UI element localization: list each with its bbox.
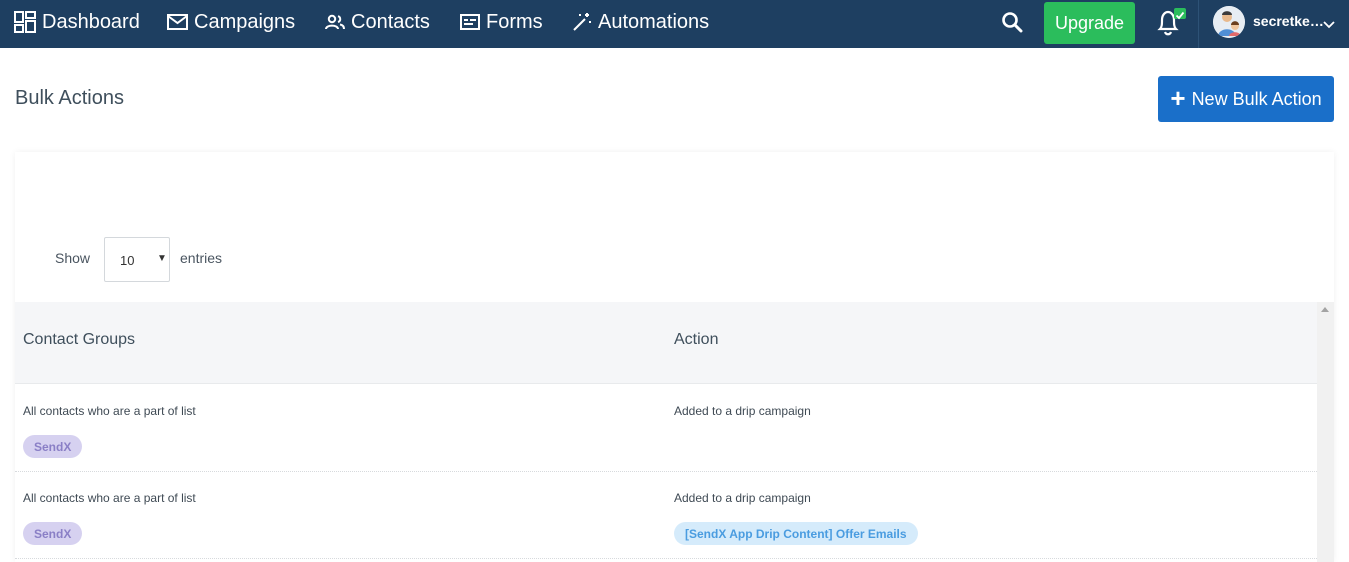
nav-dashboard-label: Dashboard bbox=[42, 10, 140, 33]
nav-dashboard[interactable]: Dashboard bbox=[14, 0, 140, 44]
nav-automations-label: Automations bbox=[598, 10, 710, 33]
table-row[interactable]: All contacts who are a part of list Send… bbox=[15, 472, 1317, 559]
new-bulk-action-button[interactable]: + New Bulk Action bbox=[1158, 76, 1334, 122]
nav-contacts[interactable]: Contacts bbox=[325, 0, 430, 44]
table-row[interactable]: All contacts who are a part of list Send… bbox=[15, 385, 1317, 472]
nav-campaigns-label: Campaigns bbox=[194, 10, 296, 33]
user-name[interactable]: secretkee... bbox=[1253, 13, 1325, 29]
table-scrollbar[interactable] bbox=[1317, 302, 1334, 562]
entries-label: entries bbox=[180, 250, 223, 266]
show-label: Show bbox=[55, 250, 91, 266]
contact-group-tag[interactable]: SendX bbox=[23, 522, 83, 545]
top-navbar: Dashboard Campaigns Contacts Forms Autom… bbox=[0, 0, 1349, 48]
dashboard-icon bbox=[14, 11, 36, 33]
nav-automations[interactable]: Automations bbox=[572, 0, 709, 44]
search-icon[interactable] bbox=[1000, 10, 1024, 34]
nav-campaigns[interactable]: Campaigns bbox=[167, 0, 295, 44]
plus-icon: + bbox=[1170, 82, 1186, 113]
scroll-up-arrow-icon[interactable] bbox=[1321, 307, 1329, 312]
upgrade-button[interactable]: Upgrade bbox=[1044, 2, 1135, 44]
caret-down-icon: ▼ bbox=[157, 253, 167, 264]
column-header-action[interactable]: Action bbox=[674, 331, 718, 349]
magic-wand-icon bbox=[572, 12, 592, 32]
entries-select-value: 10 bbox=[120, 253, 135, 268]
campaign-tag[interactable]: [SendX App Drip Content] Offer Emails bbox=[674, 522, 918, 545]
nav-contacts-label: Contacts bbox=[351, 10, 430, 33]
nav-forms[interactable]: Forms bbox=[460, 0, 543, 44]
column-header-contact-groups[interactable]: Contact Groups bbox=[23, 331, 135, 349]
contacts-icon bbox=[325, 14, 345, 30]
nav-forms-label: Forms bbox=[486, 10, 543, 33]
entries-select[interactable]: 10 ▼ bbox=[104, 237, 170, 282]
contact-group-text: All contacts who are a part of list bbox=[23, 491, 196, 505]
form-icon bbox=[460, 14, 480, 30]
page-title: Bulk Actions bbox=[15, 87, 124, 109]
chevron-down-icon[interactable] bbox=[1323, 16, 1335, 29]
contact-group-text: All contacts who are a part of list bbox=[23, 404, 196, 418]
contact-group-tag[interactable]: SendX bbox=[23, 435, 83, 458]
envelope-icon bbox=[167, 14, 188, 30]
notification-badge bbox=[1174, 8, 1186, 20]
nav-divider bbox=[1198, 0, 1199, 48]
new-bulk-action-label: New Bulk Action bbox=[1191, 88, 1322, 109]
avatar[interactable] bbox=[1213, 6, 1245, 38]
action-text: Added to a drip campaign bbox=[674, 491, 811, 505]
action-text: Added to a drip campaign bbox=[674, 404, 811, 418]
table-header: Contact Groups Action bbox=[15, 302, 1317, 384]
